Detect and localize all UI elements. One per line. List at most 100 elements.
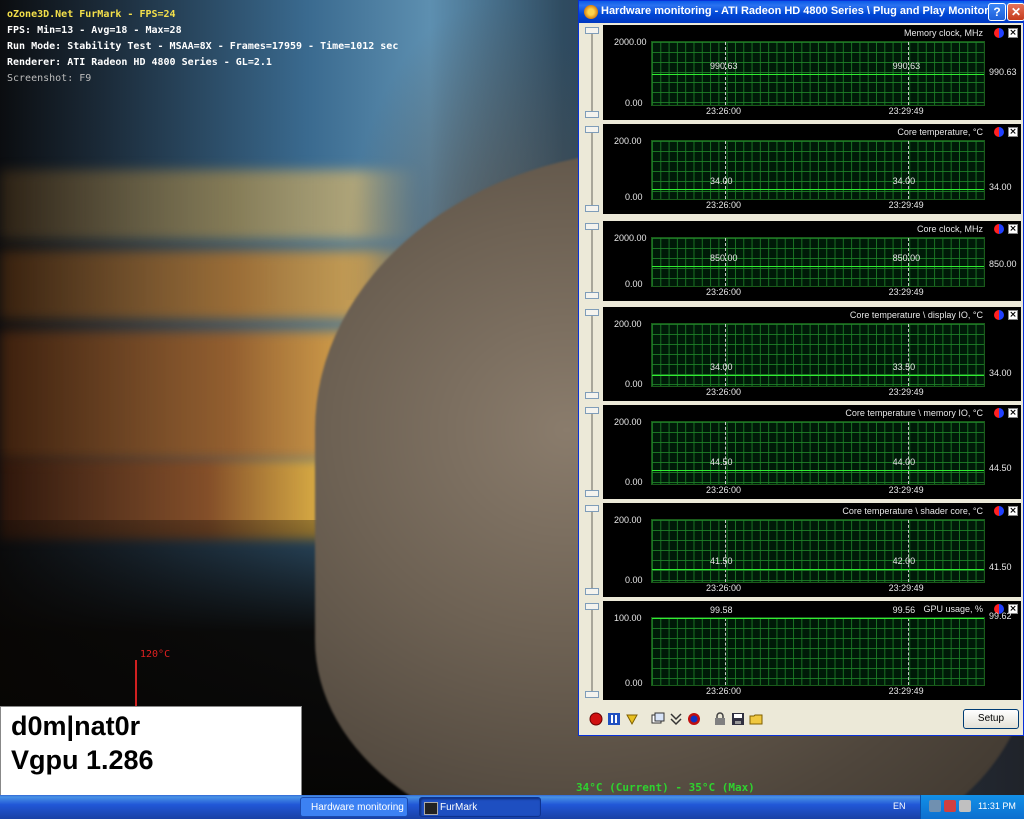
language-indicator[interactable]: EN [893, 801, 906, 811]
graph-panel[interactable]: Core temperature \ shader core, °C × 200… [581, 503, 1021, 597]
slider-top-handle[interactable] [585, 505, 599, 512]
lock-icon[interactable] [713, 712, 727, 726]
graph-color-icon[interactable] [994, 224, 1004, 234]
slider-top-handle[interactable] [585, 27, 599, 34]
taskbar-item-hw-monitor[interactable]: Hardware monitoring ... [300, 797, 408, 817]
slider-bottom-handle[interactable] [585, 588, 599, 595]
graph-color-icon[interactable] [994, 408, 1004, 418]
graph-panel[interactable]: Memory clock, MHz × 2000.00 0.00 990.63 … [581, 25, 1021, 120]
graph-remove-icon[interactable]: × [1008, 28, 1018, 38]
graph-value-left: 34.00 [710, 176, 733, 186]
slider-rail [591, 313, 593, 395]
graph-ymin: 0.00 [625, 678, 643, 688]
volume-icon[interactable] [959, 800, 971, 812]
graph-height-slider[interactable] [581, 307, 603, 401]
graph-value-current: 41.50 [989, 562, 1012, 572]
graph-remove-icon[interactable]: × [1008, 224, 1018, 234]
graph-panel[interactable]: Core temperature \ memory IO, °C × 200.0… [581, 405, 1021, 499]
graph-remove-icon[interactable]: × [1008, 408, 1018, 418]
slider-bottom-handle[interactable] [585, 111, 599, 118]
graph-value-current: 44.50 [989, 463, 1012, 473]
slider-rail [591, 509, 593, 591]
slider-top-handle[interactable] [585, 126, 599, 133]
record-icon[interactable] [589, 712, 603, 726]
graph-value-mid: 34.00 [892, 176, 916, 186]
graph-title: GPU usage, % [923, 604, 983, 614]
slider-bottom-handle[interactable] [585, 490, 599, 497]
windows-icon[interactable] [651, 712, 665, 726]
graph-value-left: 850.00 [710, 253, 738, 263]
graph-height-slider[interactable] [581, 405, 603, 499]
graph-cursor-line [907, 520, 909, 582]
graph-title: Core temperature \ shader core, °C [842, 506, 983, 516]
slider-bottom-handle[interactable] [585, 392, 599, 399]
clear-icon[interactable] [625, 712, 639, 726]
graph-panel[interactable]: Core clock, MHz × 2000.00 0.00 850.00 85… [581, 221, 1021, 301]
graph-ymax: 200.00 [614, 136, 642, 146]
graph-height-slider[interactable] [581, 25, 603, 120]
help-button[interactable]: ? [988, 3, 1006, 21]
slider-bottom-handle[interactable] [585, 691, 599, 698]
clock[interactable]: 11:31 PM [978, 801, 1016, 811]
ati-icon[interactable] [687, 712, 701, 726]
graph-cursor-line [725, 141, 727, 199]
graph-color-icon[interactable] [994, 506, 1004, 516]
graph-data-line [652, 266, 984, 267]
slider-top-handle[interactable] [585, 309, 599, 316]
setup-button[interactable]: Setup [963, 709, 1019, 729]
graph-data-line [652, 618, 984, 619]
slider-top-handle[interactable] [585, 603, 599, 610]
graph-time-end: 23:29:49 [888, 287, 924, 297]
security-icon[interactable] [944, 800, 956, 812]
graph-plot-area[interactable] [651, 421, 985, 485]
graph-title: Core temperature, °C [897, 127, 983, 137]
graph-time-start: 23:26:00 [706, 387, 742, 397]
open-folder-icon[interactable] [749, 712, 763, 726]
graph-height-slider[interactable] [581, 601, 603, 700]
hw-monitor-window[interactable]: Hardware monitoring - ATI Radeon HD 4800… [578, 0, 1024, 736]
close-button[interactable]: ✕ [1007, 3, 1024, 21]
graph-plot-area[interactable] [651, 41, 985, 106]
graph-color-icon[interactable] [994, 127, 1004, 137]
collapse-icon[interactable] [669, 712, 683, 726]
graph-plot-area[interactable] [651, 519, 985, 583]
graph-time-start: 23:26:00 [706, 200, 742, 210]
graph-time-end: 23:29:49 [888, 583, 924, 593]
graph-color-icon[interactable] [994, 28, 1004, 38]
graph-height-slider[interactable] [581, 503, 603, 597]
monitor-toolbar: Setup [581, 704, 1021, 734]
slider-top-handle[interactable] [585, 223, 599, 230]
graph-data-line [652, 74, 984, 75]
taskbar-item-furmark[interactable]: FurMark [419, 797, 541, 817]
graph-remove-icon[interactable]: × [1008, 127, 1018, 137]
graph-plot-area[interactable] [651, 140, 985, 200]
graph-panel[interactable]: Core temperature \ display IO, °C × 200.… [581, 307, 1021, 401]
graph-time-end: 23:29:49 [888, 106, 924, 116]
taskbar: Hardware monitoring ... FurMark [0, 795, 1024, 819]
graph-height-slider[interactable] [581, 124, 603, 214]
window-titlebar[interactable]: Hardware monitoring - ATI Radeon HD 4800… [579, 1, 1024, 23]
graph-ymax: 100.00 [614, 613, 642, 623]
slider-top-handle[interactable] [585, 407, 599, 414]
graph-cursor-line [907, 422, 909, 484]
slider-bottom-handle[interactable] [585, 292, 599, 299]
graph-plot-area[interactable] [651, 323, 985, 387]
graph-cursor-line [725, 618, 727, 685]
graph-panel[interactable]: Core temperature, °C × 200.00 0.00 34.00… [581, 124, 1021, 214]
graph-value-left: 34.00 [710, 362, 733, 372]
graph-plot-area[interactable] [651, 237, 985, 287]
graph-remove-icon[interactable]: × [1008, 310, 1018, 320]
save-icon[interactable] [731, 712, 745, 726]
graph-title: Core clock, MHz [916, 224, 983, 234]
overlay-username: d0m|nat0r [11, 711, 141, 741]
pause-icon[interactable] [607, 712, 621, 726]
graph-panel[interactable]: GPU usage, % × 100.00 0.00 99.58 99.56 9… [581, 601, 1021, 700]
graph-time-start: 23:26:00 [706, 106, 742, 116]
graph-plot-area[interactable] [651, 617, 985, 686]
slider-bottom-handle[interactable] [585, 205, 599, 212]
graph-height-slider[interactable] [581, 221, 603, 301]
network-icon[interactable] [929, 800, 941, 812]
graph-remove-icon[interactable]: × [1008, 506, 1018, 516]
graph-color-icon[interactable] [994, 310, 1004, 320]
graph-cursor-line [725, 422, 727, 484]
